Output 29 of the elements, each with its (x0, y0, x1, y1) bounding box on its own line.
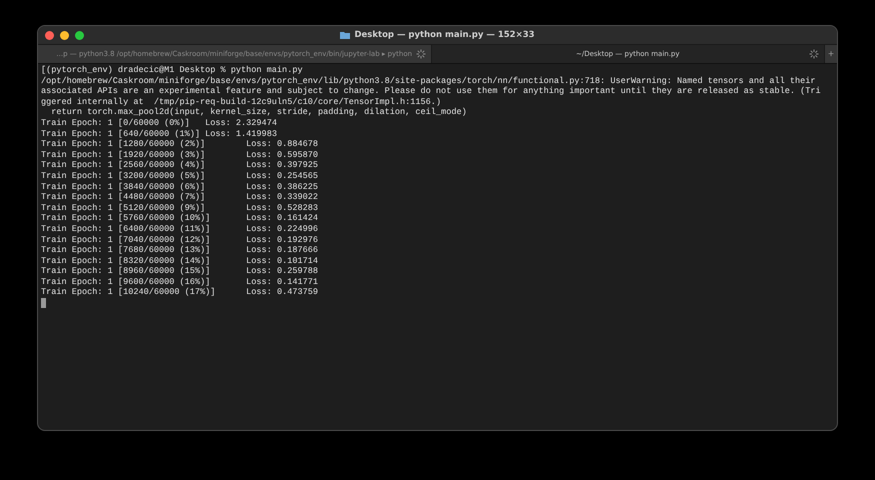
terminal-line: Train Epoch: 1 [8320/60000 (14%)] Loss: 0.101714 (41, 256, 319, 266)
terminal-line: Train Epoch: 1 [8960/60000 (15%)] Loss: 0.259788 (41, 266, 319, 277)
terminal-line: Train Epoch: 1 [5760/60000 (10%)] Loss: 0.161424 (41, 213, 319, 224)
zoom-button[interactable] (75, 30, 84, 40)
terminal-line: Train Epoch: 1 [7680/60000 (13%)] Loss: 0.187666 (41, 245, 319, 256)
terminal-line: ggered internally at /tmp/pip-req-build-12c9uln5/c10/core/TensorImpl.h:1156.) (41, 96, 442, 108)
terminal-line: associated APIs are an experimental feature and subject to change. Please do not use them for anything important until they are released as stable. (Tri (41, 86, 822, 97)
terminal-line: Train Epoch: 1 [5120/60000 (9%)] Loss: 0.528283 (41, 202, 319, 214)
terminal-line: Train Epoch: 1 [3200/60000 (5%)] Loss: 0.254565 (41, 170, 319, 182)
terminal-line: Train Epoch: 1 [6400/60000 (11%)] Loss: 0.224996 (41, 224, 319, 234)
terminal-line: Train Epoch: 1 [4480/60000 (7%)] Loss: 0.339022 (41, 192, 319, 203)
terminal-line: Train Epoch: 1 [3840/60000 (6%)] Loss: 0.386225 (41, 182, 319, 192)
terminal-line: Train Epoch: 1 [9600/60000 (16%)] Loss: 0.141771 (41, 276, 319, 288)
minimize-button[interactable] (60, 30, 69, 40)
terminal-line: [(pytorch_env) dradecic@M1 Desktop % python main.py (41, 65, 304, 76)
terminal-line: Train Epoch: 1 [640/60000 (1%)] Loss: 1.419983 (41, 128, 278, 140)
folder-icon (340, 31, 350, 39)
window-title: Desktop — python main.py — 152×33 (354, 30, 535, 40)
terminal-line: Train Epoch: 1 [1280/60000 (2%)] Loss: 0.884678 (41, 139, 319, 150)
terminal-line: return torch.max_pool2d(input, kernel_size, stride, padding, dilation, ceil_mode) (50, 107, 468, 118)
close-button[interactable] (45, 30, 54, 40)
new-tab-button[interactable]: + (825, 45, 837, 63)
terminal-line: Train Epoch: 1 [7040/60000 (12%)] Loss: 0.192976 (41, 234, 319, 246)
text-cursor (41, 298, 46, 308)
terminal-line: Train Epoch: 1 [1920/60000 (3%)] Loss: 0.595870 (41, 150, 319, 160)
terminal-line: Train Epoch: 1 [10240/60000 (17%)] Loss: 0.473759 (41, 287, 319, 298)
terminal-line: Train Epoch: 1 [2560/60000 (4%)] Loss: 0.397925 (41, 160, 319, 171)
terminal-line: /opt/homebrew/Caskroom/miniforge/base/envs/pytorch_env/lib/python3.8/site-packages/torch/nn/functional.py:718: UserWarning: Named tensors and all their (41, 76, 816, 86)
terminal-line: Train Epoch: 1 [0/60000 (0%)] Loss: 2.329474 (41, 118, 278, 129)
